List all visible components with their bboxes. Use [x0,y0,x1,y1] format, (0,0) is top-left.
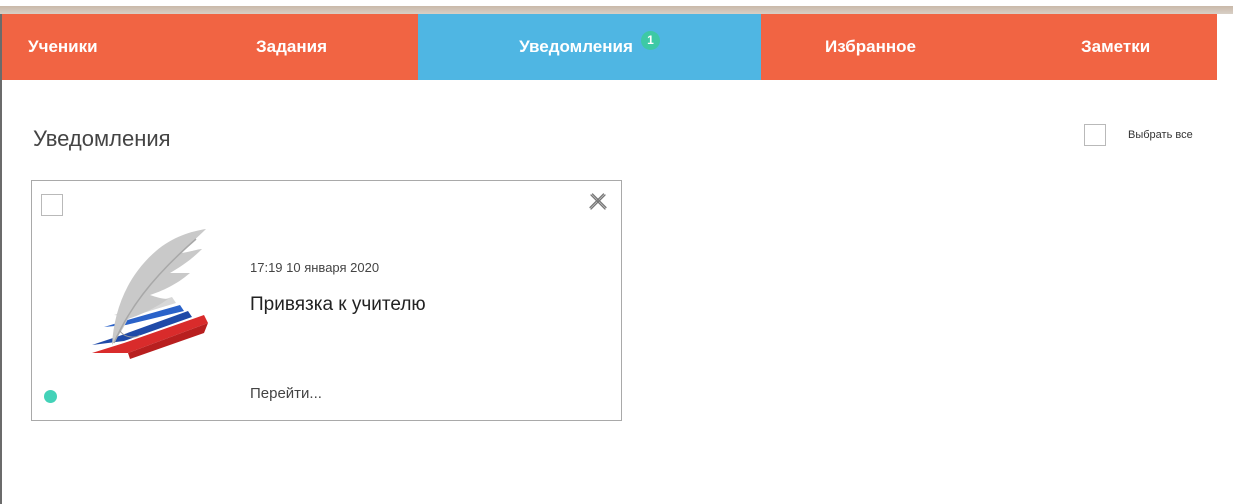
notification-card[interactable]: 17:19 10 января 2020 Привязка к учителю … [31,180,622,421]
tab-assignments[interactable]: Задания [212,14,418,80]
select-all-control: Выбрать все [1084,124,1193,146]
page: Ученики Задания Уведомления 1 Избранное … [0,0,1233,504]
tab-notifications-label: Уведомления [519,37,633,56]
tab-notifications[interactable]: Уведомления 1 [418,14,761,80]
window-top-strip [0,0,1233,14]
notification-open-link[interactable]: Перейти... [250,385,322,402]
tab-notes-label: Заметки [1081,37,1151,56]
notification-checkbox[interactable] [41,194,63,216]
feather-book-logo [92,229,208,359]
tab-students[interactable]: Ученики [2,14,212,80]
notification-title: Привязка к учителю [250,294,426,315]
select-all-label[interactable]: Выбрать все [1128,129,1193,141]
tab-favorites-label: Избранное [825,37,916,56]
main-nav: Ученики Задания Уведомления 1 Избранное … [2,14,1217,80]
notifications-count-badge: 1 [640,31,660,50]
notification-time: 17:19 10 января 2020 [250,260,380,275]
page-title: Уведомления [33,126,171,151]
window-left-border [0,14,2,504]
close-icon[interactable] [587,191,609,213]
select-all-checkbox[interactable] [1084,124,1106,146]
tab-notes[interactable]: Заметки [1001,14,1217,80]
unread-status-dot [44,390,57,403]
tab-assignments-label: Задания [256,37,327,56]
tab-students-label: Ученики [28,37,98,56]
tab-favorites[interactable]: Избранное [761,14,1001,80]
